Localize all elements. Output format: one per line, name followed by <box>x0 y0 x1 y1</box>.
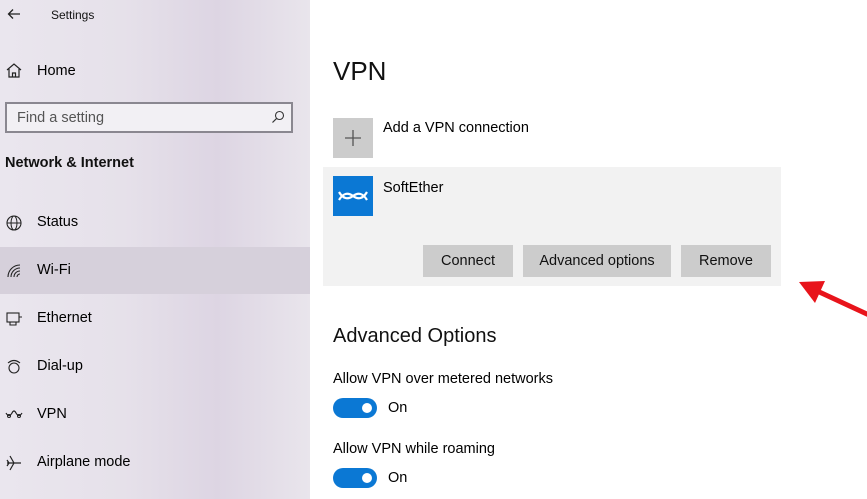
vpn-connection-card[interactable]: SoftEther Connect Advanced options Remov… <box>323 167 781 286</box>
sidebar-item-ethernet[interactable]: Ethernet <box>0 295 310 342</box>
advanced-options-button[interactable]: Advanced options <box>523 245 671 277</box>
search-box[interactable] <box>5 102 293 133</box>
connect-button[interactable]: Connect <box>423 245 513 277</box>
toggle-label-metered: Allow VPN over metered networks <box>333 371 553 387</box>
roaming-toggle[interactable] <box>333 468 377 488</box>
annotation-arrow-icon <box>799 281 867 317</box>
main-content: VPN Add a VPN connection SoftEther Conne… <box>310 0 867 499</box>
sidebar-item-label: VPN <box>37 406 67 422</box>
ethernet-icon <box>4 309 24 329</box>
globe-icon <box>4 213 24 233</box>
home-label: Home <box>37 63 76 79</box>
home-icon <box>5 62 23 84</box>
back-button[interactable] <box>3 3 25 25</box>
dialup-icon <box>4 357 24 377</box>
sidebar-home[interactable]: Home <box>0 55 310 87</box>
app-title: Settings <box>51 8 95 22</box>
vpn-connection-name: SoftEther <box>383 180 444 196</box>
sidebar-item-status[interactable]: Status <box>0 199 310 246</box>
wifi-icon <box>4 261 24 281</box>
plus-icon[interactable] <box>333 118 373 158</box>
airplane-icon <box>4 453 24 473</box>
search-input[interactable] <box>7 104 267 131</box>
remove-button[interactable]: Remove <box>681 245 771 277</box>
toggle-label-roaming: Allow VPN while roaming <box>333 441 495 457</box>
sidebar-item-wifi[interactable]: Wi-Fi <box>0 247 310 294</box>
sidebar-item-label: Airplane mode <box>37 454 131 470</box>
sidebar-item-vpn[interactable]: VPN <box>0 391 310 438</box>
sidebar-item-airplane-mode[interactable]: Airplane mode <box>0 439 310 486</box>
section-title: Network & Internet <box>5 155 134 171</box>
sidebar-item-label: Status <box>37 214 79 230</box>
softether-logo-icon <box>333 176 373 216</box>
vpn-icon <box>4 405 24 425</box>
page-title: VPN <box>333 56 387 86</box>
sidebar-item-label: Wi-Fi <box>37 262 71 278</box>
toggle-state-roaming: On <box>388 470 408 486</box>
sidebar-item-label: Ethernet <box>37 310 92 326</box>
toggle-knob <box>362 473 372 483</box>
sidebar-item-dialup[interactable]: Dial-up <box>0 343 310 390</box>
back-arrow-icon <box>7 9 20 19</box>
sidebar: Settings Home Network & Internet Status … <box>0 0 310 499</box>
toggle-state-metered: On <box>388 400 408 416</box>
add-vpn-label[interactable]: Add a VPN connection <box>383 120 529 136</box>
toggle-knob <box>362 403 372 413</box>
metered-networks-toggle[interactable] <box>333 398 377 418</box>
add-vpn-connection[interactable]: Add a VPN connection <box>333 116 733 158</box>
sidebar-item-label: Dial-up <box>37 358 83 374</box>
search-icon[interactable] <box>271 110 285 129</box>
advanced-options-heading: Advanced Options <box>333 325 497 347</box>
